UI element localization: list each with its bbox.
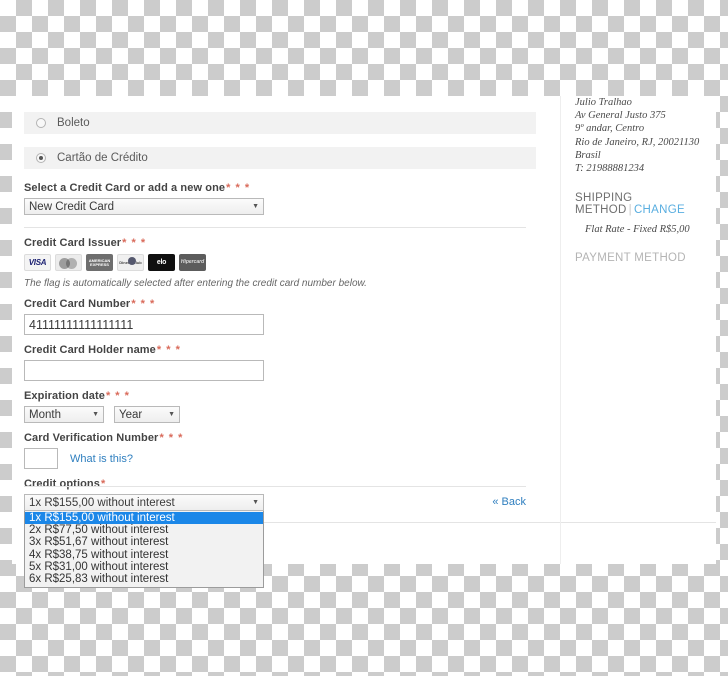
credit-card-holder-input[interactable] (24, 360, 264, 381)
expiration-year-value: Year (119, 408, 143, 421)
radio-boleto[interactable] (36, 118, 46, 128)
what-is-this-link[interactable]: What is this? (70, 453, 133, 465)
form-bottom-divider (24, 486, 526, 487)
issuer-hint-text: The flag is automatically selected after… (24, 278, 367, 289)
divider (24, 227, 526, 228)
expiration-month-dropdown[interactable]: Month ▼ (24, 406, 104, 423)
expiration-year-dropdown[interactable]: Year ▼ (114, 406, 180, 423)
checkout-panel: Boleto Cartão de Crédito Select a Credit… (12, 96, 716, 589)
credit-options-dropdown[interactable]: 1x R$155,00 without interest ▼ (24, 494, 264, 511)
chevron-down-icon: ▼ (252, 203, 259, 210)
credit-options-combo: 1x R$155,00 without interest ▼ 1x R$155,… (24, 494, 264, 589)
address-line: Brasil (575, 149, 601, 161)
mastercard-card-icon[interactable] (55, 254, 82, 271)
address-line: 9º andar, Centro (575, 123, 645, 135)
chevron-down-icon: ▼ (168, 411, 175, 418)
select-credit-card-dropdown[interactable]: New Credit Card ▼ (24, 198, 264, 215)
shipping-method-heading: SHIPPING METHOD | CHANGE (575, 192, 716, 216)
payment-method-credit-card[interactable]: Cartão de Crédito (24, 147, 536, 169)
address-line: T: 21988881234 (575, 163, 645, 175)
back-link-wrapper: « Back (492, 496, 526, 508)
cvv-input[interactable] (24, 448, 58, 469)
select-credit-card-value: New Credit Card (29, 200, 114, 213)
expiration-date-row: Month ▼ Year ▼ (24, 406, 536, 423)
credit-options-item[interactable]: 3x R$51,67 without interest (25, 536, 263, 548)
diners-card-icon[interactable]: Diners Club (117, 254, 144, 271)
shipping-change-link[interactable]: CHANGE (634, 204, 685, 216)
select-card-label: Select a Credit Card or add a new one* *… (24, 182, 251, 194)
credit-card-number-label: Credit Card Number* * * (24, 298, 156, 310)
credit-card-number-input[interactable]: 41111111111111111 (24, 314, 264, 335)
credit-options-item[interactable]: 4x R$38,75 without interest (25, 549, 263, 561)
credit-options-list[interactable]: 1x R$155,00 without interest 2x R$77,50 … (24, 511, 264, 589)
credit-options-item[interactable]: 6x R$25,83 without interest (25, 573, 263, 585)
address-line: Av General Justo 375 (575, 110, 666, 122)
credit-card-issuer-label: Credit Card Issuer* * * (24, 237, 147, 249)
shipping-method-value: Flat Rate - Fixed R$5,00 (585, 224, 690, 236)
heading-divider: | (628, 204, 632, 217)
payment-method-boleto[interactable]: Boleto (24, 112, 536, 134)
payment-method-boleto-label: Boleto (57, 117, 90, 129)
shipping-method-label: SHIPPING METHOD (575, 192, 633, 217)
hipercard-card-icon[interactable]: Hipercard (179, 254, 206, 271)
elo-card-icon[interactable]: elo (148, 254, 175, 271)
credit-options-label: Credit options* (24, 478, 107, 490)
payment-form-column: Boleto Cartão de Crédito Select a Credit… (24, 112, 536, 589)
required-asterisks: * * * (226, 182, 251, 194)
chevron-down-icon: ▼ (252, 499, 259, 506)
radio-credit-card[interactable] (36, 153, 46, 163)
visa-card-icon[interactable]: VISA (24, 254, 51, 271)
credit-card-number-value: 41111111111111111 (29, 317, 134, 332)
address-line: Julio Tralhao (575, 97, 632, 108)
payment-method-credit-card-label: Cartão de Crédito (57, 152, 148, 164)
credit-options-item[interactable]: 1x R$155,00 without interest (25, 512, 263, 525)
chevron-down-icon: ▼ (92, 411, 99, 418)
credit-options-item[interactable]: 2x R$77,50 without interest (25, 524, 263, 536)
credit-card-holder-label: Credit Card Holder name* * * (24, 344, 181, 356)
amex-card-icon[interactable]: AMERICAN EXPRESS (86, 254, 113, 271)
expiration-month-value: Month (29, 408, 61, 421)
order-summary-sidebar: Julio Tralhao Av General Justo 375 9º an… (560, 96, 716, 564)
cvv-row: What is this? (24, 448, 536, 469)
address-line: Rio de Janeiro, RJ, 20021130 (575, 136, 700, 148)
payment-method-heading: PAYMENT METHOD (575, 252, 686, 265)
credit-options-value: 1x R$155,00 without interest (29, 496, 175, 509)
credit-card-issuer-icons: VISA AMERICAN EXPRESS Diners Club elo Hi… (24, 254, 536, 271)
cvv-label: Card Verification Number* * * (24, 432, 184, 444)
credit-options-item[interactable]: 5x R$31,00 without interest (25, 561, 263, 573)
expiration-date-label: Expiration date* * * (24, 390, 130, 402)
back-link[interactable]: « Back (492, 496, 526, 508)
